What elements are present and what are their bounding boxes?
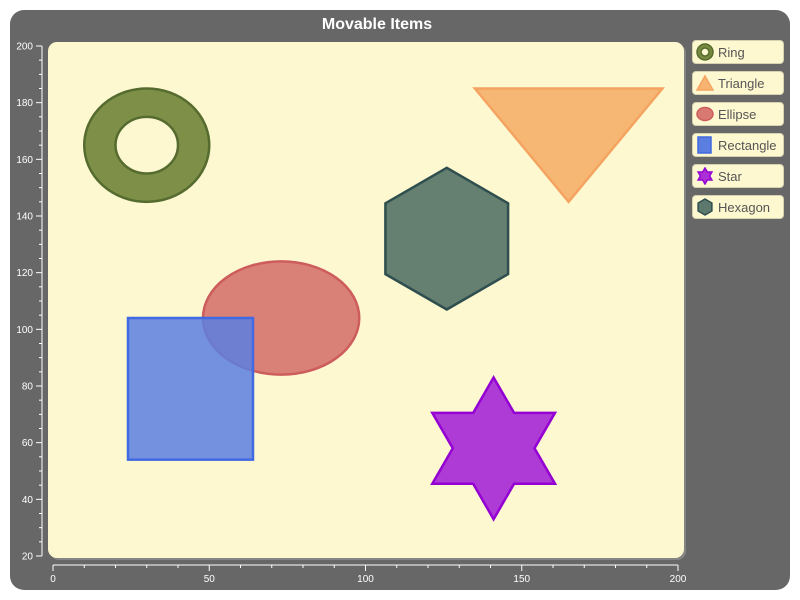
legend-glyph bbox=[696, 106, 714, 122]
y-tick-label: 180 bbox=[16, 98, 33, 109]
hexagon-icon bbox=[697, 198, 713, 216]
legend-item-ring[interactable]: Ring bbox=[692, 40, 784, 64]
legend-label: Hexagon bbox=[718, 199, 771, 215]
legend-glyph bbox=[697, 198, 713, 216]
y-tick-label: 40 bbox=[22, 495, 34, 506]
x-tick-label: 150 bbox=[513, 574, 530, 585]
y-tick-label: 140 bbox=[16, 212, 33, 223]
legend-label: Ring bbox=[718, 44, 745, 60]
legend-label: Rectangle bbox=[718, 137, 777, 153]
legend-glyph bbox=[697, 136, 712, 154]
legend-label: Star bbox=[718, 168, 742, 184]
rectangle-icon bbox=[697, 136, 712, 154]
y-tick-label: 120 bbox=[16, 268, 33, 279]
legend-glyph bbox=[696, 43, 714, 61]
y-tick-label: 200 bbox=[16, 42, 33, 53]
ring-icon bbox=[696, 43, 714, 61]
x-tick-label: 50 bbox=[204, 574, 216, 585]
y-tick-label: 20 bbox=[22, 552, 34, 563]
y-tick-label: 60 bbox=[22, 438, 34, 449]
legend-glyph bbox=[696, 167, 714, 185]
legend-item-ellipse[interactable]: Ellipse bbox=[692, 102, 784, 126]
legend: Ring Triangle Ellipse Rectangle Star Hexagon bbox=[692, 40, 786, 226]
legend-item-hexagon[interactable]: Hexagon bbox=[692, 195, 784, 219]
x-tick-label: 100 bbox=[357, 574, 374, 585]
item-rectangle[interactable] bbox=[126, 316, 255, 461]
legend-label: Triangle bbox=[718, 75, 765, 91]
triangle-icon bbox=[696, 74, 714, 91]
legend-label: Ellipse bbox=[718, 106, 757, 122]
x-tick-label: 0 bbox=[50, 574, 56, 585]
y-tick-label: 160 bbox=[16, 155, 33, 166]
chart-canvas: 0 50 100 150 200 20 40 60 80 100 120 140 160 180 200 bbox=[16, 42, 687, 586]
y-tick-label: 80 bbox=[22, 382, 34, 393]
ellipse-icon bbox=[696, 106, 714, 122]
star-icon bbox=[696, 167, 714, 185]
legend-item-star[interactable]: Star bbox=[692, 164, 784, 188]
rectangle-shape bbox=[126, 316, 255, 461]
x-tick-label: 200 bbox=[670, 574, 687, 585]
legend-glyph bbox=[696, 74, 714, 91]
legend-item-rectangle[interactable]: Rectangle bbox=[692, 133, 784, 157]
legend-item-triangle[interactable]: Triangle bbox=[692, 71, 784, 95]
y-tick-label: 100 bbox=[16, 325, 33, 336]
